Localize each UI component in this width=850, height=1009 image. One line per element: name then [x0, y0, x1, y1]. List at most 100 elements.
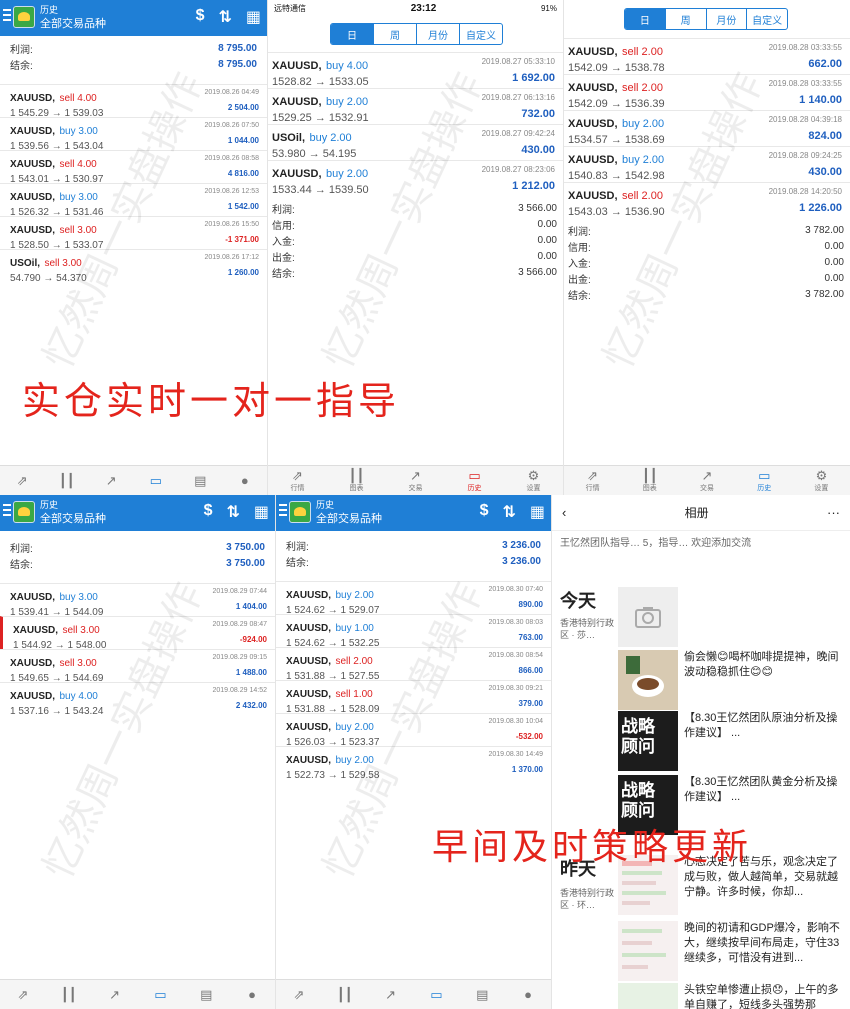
- seg-custom[interactable]: 自定义: [459, 24, 502, 44]
- trade-row[interactable]: XAUUSD, buy 4.00 1528.82 → 1533.05 2019.08…: [268, 52, 563, 88]
- camera-icon[interactable]: [618, 587, 678, 647]
- trade-prices: 1534.57 → 1538.69: [568, 134, 665, 146]
- currency-icon[interactable]: $: [204, 502, 213, 522]
- tab-chart[interactable]: ┃┃ 图表: [621, 466, 678, 495]
- trade-row[interactable]: XAUUSD, buy 3.00 1 526.32 → 1 531.46 2019.…: [0, 183, 267, 218]
- currency-icon[interactable]: $: [480, 502, 489, 522]
- tab-quotes[interactable]: ⇗: [0, 466, 45, 495]
- trade-symbol: XAUUSD,: [286, 755, 332, 766]
- trade-row[interactable]: XAUUSD, buy 2.00 1529.25 → 1532.91 2019.08…: [268, 88, 563, 124]
- tab-trade[interactable]: ↗: [368, 980, 414, 1009]
- trade-datetime: 2019.08.30 08:54: [488, 652, 544, 659]
- tab-quotes[interactable]: ⇗: [276, 980, 322, 1009]
- seg-day[interactable]: 日: [331, 24, 373, 44]
- menu-icon[interactable]: [279, 504, 287, 520]
- trade-row[interactable]: XAUUSD, sell 3.00 1 544.92 → 1 548.00 2019…: [0, 616, 275, 651]
- tab-quotes[interactable]: ⇗ 行情: [564, 466, 621, 495]
- calendar-icon[interactable]: ▦: [530, 502, 545, 522]
- trade-row[interactable]: XAUUSD, sell 2.00 1542.09 → 1538.78 2019.0…: [564, 38, 850, 74]
- menu-icon[interactable]: [3, 9, 11, 25]
- tab-history[interactable]: ▭: [134, 466, 179, 495]
- tab-chart[interactable]: ┃┃: [46, 980, 92, 1009]
- trade-profit: 1 404.00: [235, 602, 267, 611]
- more-icon[interactable]: ···: [827, 505, 840, 520]
- sort-icon[interactable]: ⇅: [502, 502, 515, 522]
- seg-week[interactable]: 周: [664, 9, 706, 29]
- header-symbol-filter[interactable]: 全部交易品种: [40, 15, 106, 31]
- seg-month[interactable]: 月份: [416, 24, 459, 44]
- trade-profit: 2 504.00: [227, 103, 259, 112]
- trade-row[interactable]: USOil, buy 2.00 53.980 → 54.195 2019.08.27…: [268, 124, 563, 160]
- tab-quotes[interactable]: ⇗ 行情: [268, 466, 327, 495]
- tab-settings[interactable]: ⚙ 设置: [793, 466, 850, 495]
- trade-row[interactable]: XAUUSD, buy 3.00 1 539.41 → 1 544.09 2019.…: [0, 583, 275, 618]
- trade-side: buy 2.00: [325, 168, 369, 180]
- tab-news[interactable]: ▤: [183, 980, 229, 1009]
- trade-row[interactable]: XAUUSD, buy 2.00 1 526.03 → 1 523.37 2019.…: [276, 713, 551, 748]
- back-icon[interactable]: ‹: [562, 505, 566, 520]
- tab-chart[interactable]: ┃┃: [322, 980, 368, 1009]
- calendar-icon[interactable]: ▦: [246, 7, 261, 27]
- trade-row[interactable]: XAUUSD, buy 3.00 1 539.56 → 1 543.04 2019.…: [0, 117, 267, 152]
- trade-profit: 1 488.00: [235, 668, 267, 677]
- tab-trade[interactable]: ↗ 交易: [678, 466, 735, 495]
- currency-icon[interactable]: $: [196, 7, 205, 27]
- seg-day[interactable]: 日: [625, 9, 665, 29]
- calendar-icon[interactable]: ▦: [254, 502, 269, 522]
- trade-row[interactable]: XAUUSD, buy 2.00 1 522.73 → 1 529.58 2019.…: [276, 746, 551, 781]
- trade-side: buy 3.00: [59, 192, 98, 203]
- trade-row[interactable]: XAUUSD, buy 1.00 1 524.62 → 1 532.25 2019.…: [276, 614, 551, 649]
- summary-row: 结余: 3 566.00: [268, 264, 563, 280]
- seg-month[interactable]: 月份: [705, 9, 747, 29]
- tab-trade[interactable]: ↗ 交易: [386, 466, 445, 495]
- tab-news[interactable]: ▤: [178, 466, 223, 495]
- trade-symbol: XAUUSD,: [10, 691, 56, 702]
- tab-news[interactable]: ▤: [459, 980, 505, 1009]
- trade-row[interactable]: XAUUSD, sell 3.00 1 528.50 → 1 533.07 2019…: [0, 216, 267, 251]
- summary-value: 3 566.00: [518, 266, 557, 278]
- tab-chat[interactable]: ●: [223, 466, 268, 495]
- menu-icon[interactable]: [3, 504, 11, 520]
- tab-chat[interactable]: ●: [229, 980, 275, 1009]
- trade-side: sell 2.00: [621, 46, 663, 58]
- summary-label: 利润:: [272, 204, 295, 216]
- tab-history[interactable]: ▭: [137, 980, 183, 1009]
- post-item[interactable]: 偷会懒😊喝杯咖啡提提神，晚间波动稳稳抓住😊😊: [618, 650, 844, 710]
- tab-chat[interactable]: ●: [505, 980, 551, 1009]
- trade-row[interactable]: XAUUSD, buy 2.00 1534.57 → 1538.69 2019.08…: [564, 110, 850, 146]
- tab-settings[interactable]: ⚙ 设置: [504, 466, 563, 495]
- tab-chart[interactable]: ┃┃: [45, 466, 90, 495]
- trade-row[interactable]: XAUUSD, buy 2.00 1 524.62 → 1 529.07 2019.…: [276, 581, 551, 616]
- trade-row[interactable]: XAUUSD, buy 2.00 1540.83 → 1542.98 2019.08…: [564, 146, 850, 182]
- summary-value: 0.00: [537, 250, 557, 262]
- sort-icon[interactable]: ⇅: [226, 502, 239, 522]
- trade-row[interactable]: XAUUSD, sell 2.00 1542.09 → 1536.39 2019.0…: [564, 74, 850, 110]
- post-item[interactable]: 头铁空单惨遭止损😞，上午的多单自赚了，短线多头强势那: [618, 983, 844, 1009]
- trade-profit: 2 432.00: [235, 701, 267, 710]
- tab-history[interactable]: ▭: [413, 980, 459, 1009]
- seg-week[interactable]: 周: [373, 24, 416, 44]
- trade-row[interactable]: XAUUSD, sell 4.00 1 543.01 → 1 530.97 2019…: [0, 150, 267, 185]
- header-symbol-filter[interactable]: 全部交易品种: [316, 510, 382, 526]
- tab-history[interactable]: ▭ 历史: [445, 466, 504, 495]
- tab-history[interactable]: ▭ 历史: [736, 466, 793, 495]
- header-symbol-filter[interactable]: 全部交易品种: [40, 510, 106, 526]
- seg-custom[interactable]: 自定义: [746, 9, 787, 29]
- trade-row[interactable]: USOil, sell 3.00 54.790 → 54.370 2019.08.2…: [0, 249, 267, 284]
- bottom-tabbar: ⇗ ┃┃ ↗ ▭ ▤ ●: [276, 979, 551, 1009]
- trade-row[interactable]: XAUUSD, sell 2.00 1 531.88 → 1 527.55 2019…: [276, 647, 551, 682]
- trade-row[interactable]: XAUUSD, buy 4.00 1 537.16 → 1 543.24 2019.…: [0, 682, 275, 717]
- tab-quotes[interactable]: ⇗: [0, 980, 46, 1009]
- trade-profit: 1 212.00: [512, 180, 555, 192]
- tab-trade[interactable]: ↗: [92, 980, 138, 1009]
- post-item[interactable]: 战略顾问 【8.30王忆然团队原油分析及操作建议】 ...: [618, 711, 844, 771]
- trade-row[interactable]: XAUUSD, buy 2.00 1533.44 → 1539.50 2019.08…: [268, 160, 563, 196]
- sort-icon[interactable]: ⇅: [218, 7, 231, 27]
- tab-chart[interactable]: ┃┃ 图表: [327, 466, 386, 495]
- trade-row[interactable]: XAUUSD, sell 4.00 1 545.29 → 1 539.03 2019…: [0, 84, 267, 119]
- trade-row[interactable]: XAUUSD, sell 3.00 1 549.65 → 1 544.69 2019…: [0, 649, 275, 684]
- post-item[interactable]: 晚间的初请和GDP爆冷，影响不大，继续按早间布局走，守住33继续多，可惜没有进到…: [618, 921, 844, 981]
- trade-row[interactable]: XAUUSD, sell 2.00 1543.03 → 1536.90 2019.0…: [564, 182, 850, 218]
- tab-trade[interactable]: ↗: [89, 466, 134, 495]
- trade-row[interactable]: XAUUSD, sell 1.00 1 531.88 → 1 528.09 2019…: [276, 680, 551, 715]
